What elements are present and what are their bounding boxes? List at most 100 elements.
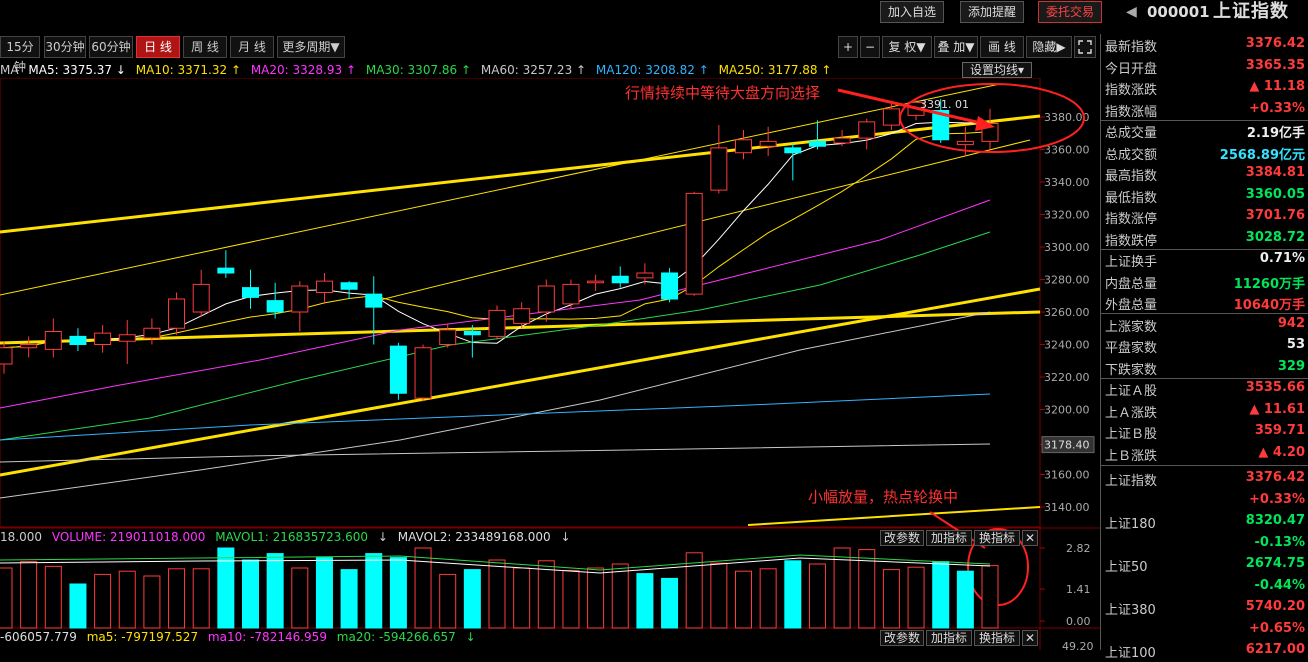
back-arrow-icon[interactable]: ◀	[1126, 0, 1137, 24]
candle-body	[759, 140, 777, 147]
price-panel-border	[0, 78, 1041, 528]
volume-bar	[513, 567, 531, 629]
candle-body	[291, 285, 309, 313]
tab-30min[interactable]: 30分钟	[44, 36, 86, 58]
volume-bar	[192, 568, 210, 629]
candle-body	[710, 147, 728, 191]
quote-value: 0.71%	[1259, 251, 1305, 266]
candle-body	[587, 280, 605, 284]
index-change: -0.13%	[1254, 534, 1306, 550]
add-alert-button[interactable]: 添加提醒	[960, 1, 1024, 23]
trend-line	[379, 139, 1031, 301]
ma-settings-dropdown[interactable]: 设置均线▾	[962, 62, 1032, 78]
stock-code: 000001	[1147, 3, 1210, 21]
trend-line	[747, 506, 1041, 526]
trend-line	[0, 114, 1041, 234]
ma20-value: MA20: 3328.93 ↑	[250, 63, 357, 77]
more-periods-dropdown[interactable]: 更多周期▼	[277, 36, 345, 58]
order-trade-button[interactable]: 委托交易	[1038, 1, 1102, 23]
overlay-dropdown[interactable]: 叠 加▼	[934, 36, 978, 58]
tab-60min[interactable]: 60分钟	[89, 36, 133, 58]
quote-value: 53	[1286, 337, 1305, 352]
draw-line-button[interactable]: 画 线	[980, 36, 1024, 58]
zoom-out-button[interactable]: −	[860, 36, 880, 58]
volume-bar	[118, 570, 136, 629]
candle-body	[44, 331, 62, 350]
quote-panel: 最新指数 3376.42 今日开盘 3365.35 指数涨跌 ▲ 11.18 指数涨幅 +0.…	[1100, 34, 1308, 661]
indicator-swap-button[interactable]: 换指标	[974, 630, 1020, 646]
tab-daily[interactable]: 日 线	[136, 36, 180, 58]
quote-row: 总成交额 2568.89亿元	[1101, 142, 1308, 164]
quote-label: 最新指数	[1105, 40, 1158, 55]
index-change-row: +0.33%	[1101, 490, 1308, 512]
price-tick-label: 3160.00	[1044, 469, 1090, 482]
price-tick-label: 3300.00	[1044, 241, 1090, 254]
volume-value: VOLUME: 219011018.000	[51, 530, 206, 544]
candle-body	[217, 267, 235, 274]
quote-label: 总成交额	[1105, 147, 1158, 163]
close-icon[interactable]: ✕	[1022, 530, 1038, 546]
volume-add-indicator-button[interactable]: 加指标	[926, 530, 972, 546]
volume-bar	[710, 562, 728, 629]
index-row[interactable]: 上证180 8320.47	[1101, 511, 1308, 533]
price-tick-label: 3340.00	[1044, 176, 1090, 189]
top-toolbar: 加入自选 添加提醒 委托交易 ◀ 000001 上证指数	[0, 0, 1308, 24]
candle-body	[340, 282, 358, 290]
ma120-value: MA120: 3208.82 ↑	[595, 63, 709, 77]
price-tick-label: 3280.00	[1044, 274, 1090, 287]
candle-body	[513, 308, 531, 324]
chevron-right-icon: ▶	[1056, 40, 1066, 54]
quote-row: 平盘家数 53	[1101, 335, 1308, 357]
zoom-in-button[interactable]: +	[838, 36, 858, 58]
candle-body	[439, 329, 457, 345]
quote-label: 外盘总量	[1105, 298, 1158, 313]
candle-body	[537, 285, 555, 313]
price-tick-label: 3220.00	[1044, 371, 1090, 384]
candle-body	[242, 287, 259, 298]
ma5-value: MA5: 3375.37 ↓	[28, 63, 126, 77]
indicator-ma20: ma20: -594266.657	[336, 630, 456, 644]
tab-monthly[interactable]: 月 线	[230, 36, 274, 58]
candle-body	[266, 300, 284, 313]
adjust-dropdown[interactable]: 复 权▼	[882, 36, 932, 58]
index-row[interactable]: 上证50 2674.75	[1101, 554, 1308, 576]
fullscreen-icon[interactable]	[1074, 36, 1096, 58]
ma120-line	[0, 393, 991, 441]
index-row[interactable]: 上证指数 3376.42	[1101, 468, 1308, 490]
ma30-value: MA30: 3307.86 ↑	[365, 63, 472, 77]
volume-swap-indicator-button[interactable]: 换指标	[974, 530, 1020, 546]
volume-bar	[981, 565, 999, 629]
volume-bar	[340, 569, 358, 629]
quote-value: 359.71	[1254, 423, 1305, 438]
volume-edit-params-button[interactable]: 改参数	[880, 530, 924, 546]
quote-label: 今日开盘	[1105, 61, 1158, 77]
tab-15min[interactable]: 15分钟	[0, 36, 40, 74]
volume-bar	[266, 553, 284, 629]
annotation-text: 行情持续中等待大盘方向选择	[625, 84, 820, 102]
index-change-row: -0.13%	[1101, 533, 1308, 555]
quote-row: 上涨家数 942	[1101, 314, 1308, 336]
volume-bar	[0, 567, 13, 629]
index-change-row: -0.44%	[1101, 576, 1308, 598]
ma-settings-label: 设置均线	[969, 63, 1018, 77]
stock-name: 上证指数	[1213, 1, 1289, 22]
index-row[interactable]: 上证100 6217.00	[1101, 640, 1308, 662]
index-row[interactable]: 上证380 5740.20	[1101, 597, 1308, 619]
volume-bar	[389, 557, 407, 629]
chevron-down-icon: ▼	[965, 40, 975, 54]
close-icon[interactable]: ✕	[1022, 630, 1038, 646]
kline-chart[interactable]: 3380.003360.003340.003320.003300.003280.…	[0, 78, 1100, 650]
indicator-edit-params-button[interactable]: 改参数	[880, 630, 924, 646]
quote-value: 3365.35	[1245, 57, 1305, 73]
hide-button[interactable]: 隐藏▶	[1026, 36, 1072, 58]
mavol2-value: MAVOL2: 233489168.000	[397, 530, 551, 544]
indicator-add-button[interactable]: 加指标	[926, 630, 972, 646]
add-to-watchlist-button[interactable]: 加入自选	[880, 1, 944, 23]
indicator-ma5: ma5: -797197.527	[86, 630, 199, 644]
quote-row: 最新指数 3376.42	[1101, 34, 1308, 56]
quote-value: +0.33%	[1249, 100, 1305, 116]
ma250-line	[0, 443, 991, 463]
tab-weekly[interactable]: 周 线	[183, 36, 227, 58]
volume-bar	[735, 570, 752, 629]
volume-bar	[932, 561, 950, 629]
